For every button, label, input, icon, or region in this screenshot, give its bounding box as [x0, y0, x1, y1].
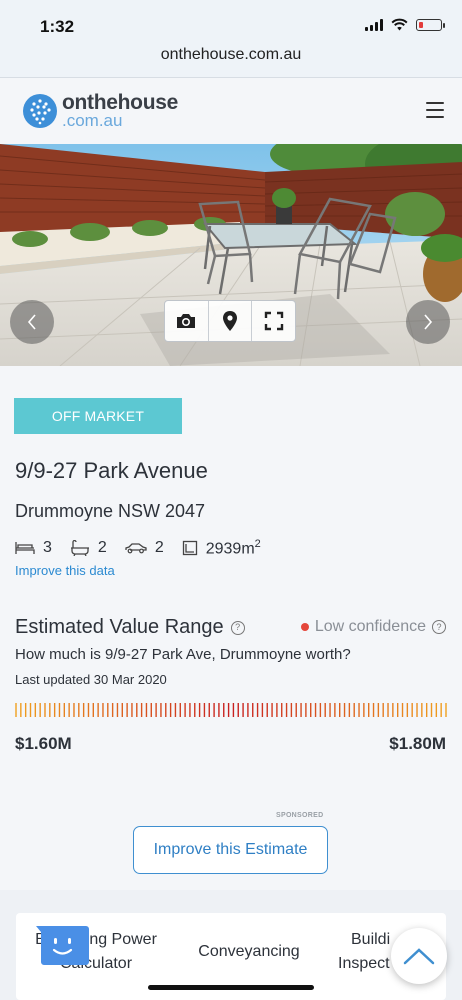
- camera-icon: [177, 314, 196, 328]
- estimate-title-text: Estimated Value Range: [15, 616, 224, 638]
- logo-main-text: onthehouse: [62, 91, 178, 114]
- chevron-up-icon: [403, 948, 435, 965]
- signal-icon: [365, 18, 383, 31]
- car-icon: [125, 543, 147, 554]
- question-circle-icon[interactable]: ?: [432, 620, 446, 634]
- question-circle-icon[interactable]: ?: [230, 620, 245, 635]
- land-area-value: 2939m2: [205, 538, 261, 558]
- browser-url-bar[interactable]: onthehouse.com.au: [0, 44, 462, 78]
- improve-data-link[interactable]: Improve this data: [15, 563, 115, 578]
- map-pin-icon: [223, 311, 237, 331]
- scroll-to-top-button[interactable]: [391, 928, 447, 984]
- chevron-left-icon: [27, 314, 36, 330]
- status-bar: 1:32: [0, 0, 462, 44]
- confidence-indicator: Low confidence ?: [300, 618, 446, 636]
- media-toolbar: [164, 300, 296, 342]
- url-text[interactable]: onthehouse.com.au: [0, 46, 462, 64]
- logo-icon: [23, 93, 57, 128]
- off-market-badge: OFF MARKET: [14, 398, 182, 434]
- wifi-icon: [391, 18, 408, 31]
- bed-icon: [15, 542, 35, 555]
- property-address-street: 9/9-27 Park Avenue: [15, 458, 208, 483]
- photos-button[interactable]: [165, 301, 209, 341]
- bath-icon: [70, 540, 89, 557]
- feature-land-area: 2939m2: [182, 538, 261, 558]
- estimate-question: How much is 9/9-27 Park Ave, Drummoyne w…: [15, 646, 351, 663]
- baths-count: 2: [97, 539, 107, 557]
- confidence-dot: [300, 623, 309, 631]
- map-button[interactable]: [209, 301, 253, 341]
- feature-cars: 2: [125, 539, 164, 557]
- fullscreen-button[interactable]: [252, 301, 295, 341]
- sponsored-label: SPONSORED: [276, 812, 324, 819]
- chat-bot-icon: [36, 926, 89, 965]
- fullscreen-icon: [264, 311, 283, 331]
- cars-count: 2: [154, 539, 164, 557]
- land-area-icon: [182, 541, 197, 556]
- logo-wordmark: onthehouse .com.au: [62, 92, 178, 129]
- gallery-next-button[interactable]: [406, 300, 450, 344]
- estimate-last-updated: Last updated 30 Mar 2020: [15, 672, 167, 687]
- logo-sub-text: .com.au: [62, 111, 123, 130]
- site-header: onthehouse .com.au: [0, 78, 462, 144]
- estimate-range-bar: [15, 703, 447, 717]
- property-features: 3 2 2 2939m2: [15, 538, 279, 558]
- battery-icon: [416, 18, 445, 31]
- improve-estimate-button[interactable]: Improve this Estimate: [133, 826, 328, 874]
- site-logo[interactable]: onthehouse .com.au: [22, 92, 178, 129]
- estimate-title: Estimated Value Range ?: [15, 616, 245, 639]
- chevron-right-icon: [424, 314, 433, 330]
- home-indicator: [148, 985, 314, 990]
- gallery-prev-button[interactable]: [10, 300, 54, 344]
- status-time: 1:32: [40, 17, 75, 36]
- chat-bot-button[interactable]: [34, 922, 90, 966]
- tool-conveyancing[interactable]: Conveyancing: [190, 940, 308, 964]
- feature-beds: 3: [15, 539, 52, 557]
- beds-count: 3: [43, 539, 52, 557]
- estimate-high-value: $1.80M: [389, 734, 446, 753]
- confidence-text: Low confidence: [314, 618, 426, 635]
- estimate-low-value: $1.60M: [15, 734, 72, 753]
- tool-label: Conveyancing: [198, 943, 300, 960]
- hamburger-menu-icon[interactable]: [426, 102, 444, 118]
- property-address-suburb: Drummoyne NSW 2047: [15, 501, 206, 521]
- feature-baths: 2: [70, 539, 107, 557]
- status-icons: [365, 18, 445, 31]
- property-photo-gallery[interactable]: [0, 144, 462, 366]
